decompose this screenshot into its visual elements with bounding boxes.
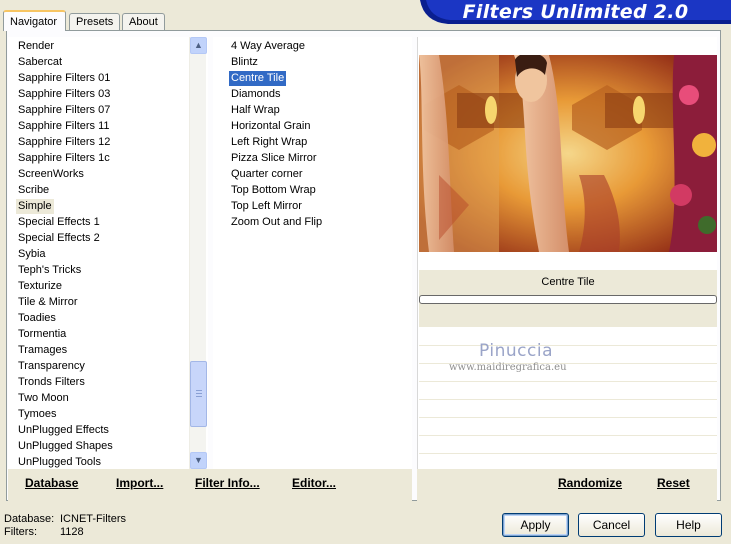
category-item[interactable]: Toadies xyxy=(16,311,58,326)
category-item[interactable]: Sapphire Filters 07 xyxy=(16,103,112,118)
category-item[interactable]: ScreenWorks xyxy=(16,167,86,182)
filter-item[interactable]: Top Bottom Wrap xyxy=(229,183,318,198)
cancel-button[interactable]: Cancel xyxy=(578,513,645,537)
category-list[interactable]: Render Sabercat Sapphire Filters 01 Sapphir… xyxy=(8,37,208,469)
category-item[interactable]: Sapphire Filters 01 xyxy=(16,71,112,86)
selected-filter-name: Centre Tile xyxy=(541,276,595,288)
database-button[interactable]: Database xyxy=(25,476,78,490)
filter-item[interactable]: Diamonds xyxy=(229,87,283,102)
status-info: Database: ICNET-Filters Filters: 1128 xyxy=(4,513,126,539)
category-item[interactable]: Tormentia xyxy=(16,327,68,342)
filter-item[interactable]: Top Left Mirror xyxy=(229,199,304,214)
filter-item[interactable]: Pizza Slice Mirror xyxy=(229,151,319,166)
category-item[interactable]: Special Effects 2 xyxy=(16,231,102,246)
filter-info-button[interactable]: Filter Info... xyxy=(195,476,260,490)
divider xyxy=(419,345,717,346)
category-item[interactable]: Sapphire Filters 03 xyxy=(16,87,112,102)
category-item[interactable]: Texturize xyxy=(16,279,64,294)
watermark-name: Pinuccia xyxy=(479,341,553,361)
randomize-button[interactable]: Randomize xyxy=(558,476,622,490)
app-banner: Filters Unlimited 2.0 xyxy=(420,0,731,24)
tab-navigator[interactable]: Navigator xyxy=(3,10,66,31)
filters-count: 1128 xyxy=(60,526,84,538)
filter-item[interactable]: 4 Way Average xyxy=(229,39,307,54)
category-item[interactable]: Sybia xyxy=(16,247,48,262)
editor-button[interactable]: Editor... xyxy=(292,476,336,490)
category-item[interactable]: Tile & Mirror xyxy=(16,295,79,310)
tab-presets[interactable]: Presets xyxy=(69,13,120,30)
database-value: ICNET-Filters xyxy=(60,513,126,525)
app-title: Filters Unlimited 2.0 xyxy=(462,1,689,23)
apply-button[interactable]: Apply xyxy=(502,513,569,537)
category-item[interactable]: Tronds Filters xyxy=(16,375,87,390)
watermark-url: www.maidiregrafica.eu xyxy=(449,362,567,373)
category-item[interactable]: Special Effects 1 xyxy=(16,215,102,230)
tab-about[interactable]: About xyxy=(122,13,165,30)
filter-info-area: Centre Tile xyxy=(419,270,717,327)
category-item[interactable]: Transparency xyxy=(16,359,87,374)
category-item[interactable]: Scribe xyxy=(16,183,51,198)
category-item[interactable]: Two Moon xyxy=(16,391,71,406)
divider xyxy=(419,435,717,436)
filter-item[interactable]: Half Wrap xyxy=(229,103,282,118)
filter-item[interactable]: Zoom Out and Flip xyxy=(229,215,324,230)
category-item[interactable]: UnPlugged Shapes xyxy=(16,439,115,454)
parameter-area: Pinuccia www.maidiregrafica.eu xyxy=(419,327,717,467)
category-item[interactable]: Sapphire Filters 12 xyxy=(16,135,112,150)
scroll-up-button[interactable]: ▲ xyxy=(190,37,207,54)
category-item[interactable]: UnPlugged Effects xyxy=(16,423,111,438)
category-item[interactable]: Render xyxy=(16,39,56,54)
preview-image xyxy=(419,55,717,252)
filter-item[interactable]: Quarter corner xyxy=(229,167,305,182)
category-item[interactable]: Tramages xyxy=(16,343,69,358)
category-item[interactable]: Sapphire Filters 11 xyxy=(16,119,112,134)
filter-item[interactable]: Centre Tile xyxy=(229,71,287,86)
progress-bar xyxy=(419,295,717,304)
preview-panel: Centre Tile Pinuccia www.maidiregrafica.… xyxy=(417,37,717,497)
divider xyxy=(419,453,717,454)
navigator-panel: Render Sabercat Sapphire Filters 01 Sapphir… xyxy=(6,30,721,501)
divider xyxy=(419,417,717,418)
database-label: Database: xyxy=(4,513,55,525)
category-item[interactable]: Simple xyxy=(16,199,54,214)
filters-label: Filters: xyxy=(4,526,37,538)
divider xyxy=(419,399,717,400)
import-button[interactable]: Import... xyxy=(116,476,163,490)
category-scrollbar[interactable]: ▲ ▼ xyxy=(189,37,207,469)
right-toolbar: Randomize Reset xyxy=(417,469,717,501)
left-toolbar: Database Import... Filter Info... Editor… xyxy=(8,469,412,501)
help-button[interactable]: Help xyxy=(655,513,722,537)
scroll-down-button[interactable]: ▼ xyxy=(190,452,207,469)
category-item[interactable]: Sapphire Filters 1c xyxy=(16,151,112,166)
filter-item[interactable]: Blintz xyxy=(229,55,260,70)
scroll-thumb[interactable] xyxy=(190,361,207,427)
divider xyxy=(419,381,717,382)
filter-item[interactable]: Left Right Wrap xyxy=(229,135,309,150)
category-item[interactable]: Teph's Tricks xyxy=(16,263,83,278)
category-item[interactable]: Tymoes xyxy=(16,407,59,422)
filter-item[interactable]: Horizontal Grain xyxy=(229,119,312,134)
reset-button[interactable]: Reset xyxy=(657,476,690,490)
filter-list[interactable]: 4 Way Average Blintz Centre Tile Diamonds Ha… xyxy=(213,37,412,469)
category-item[interactable]: UnPlugged Tools xyxy=(16,455,103,470)
category-item[interactable]: Sabercat xyxy=(16,55,64,70)
